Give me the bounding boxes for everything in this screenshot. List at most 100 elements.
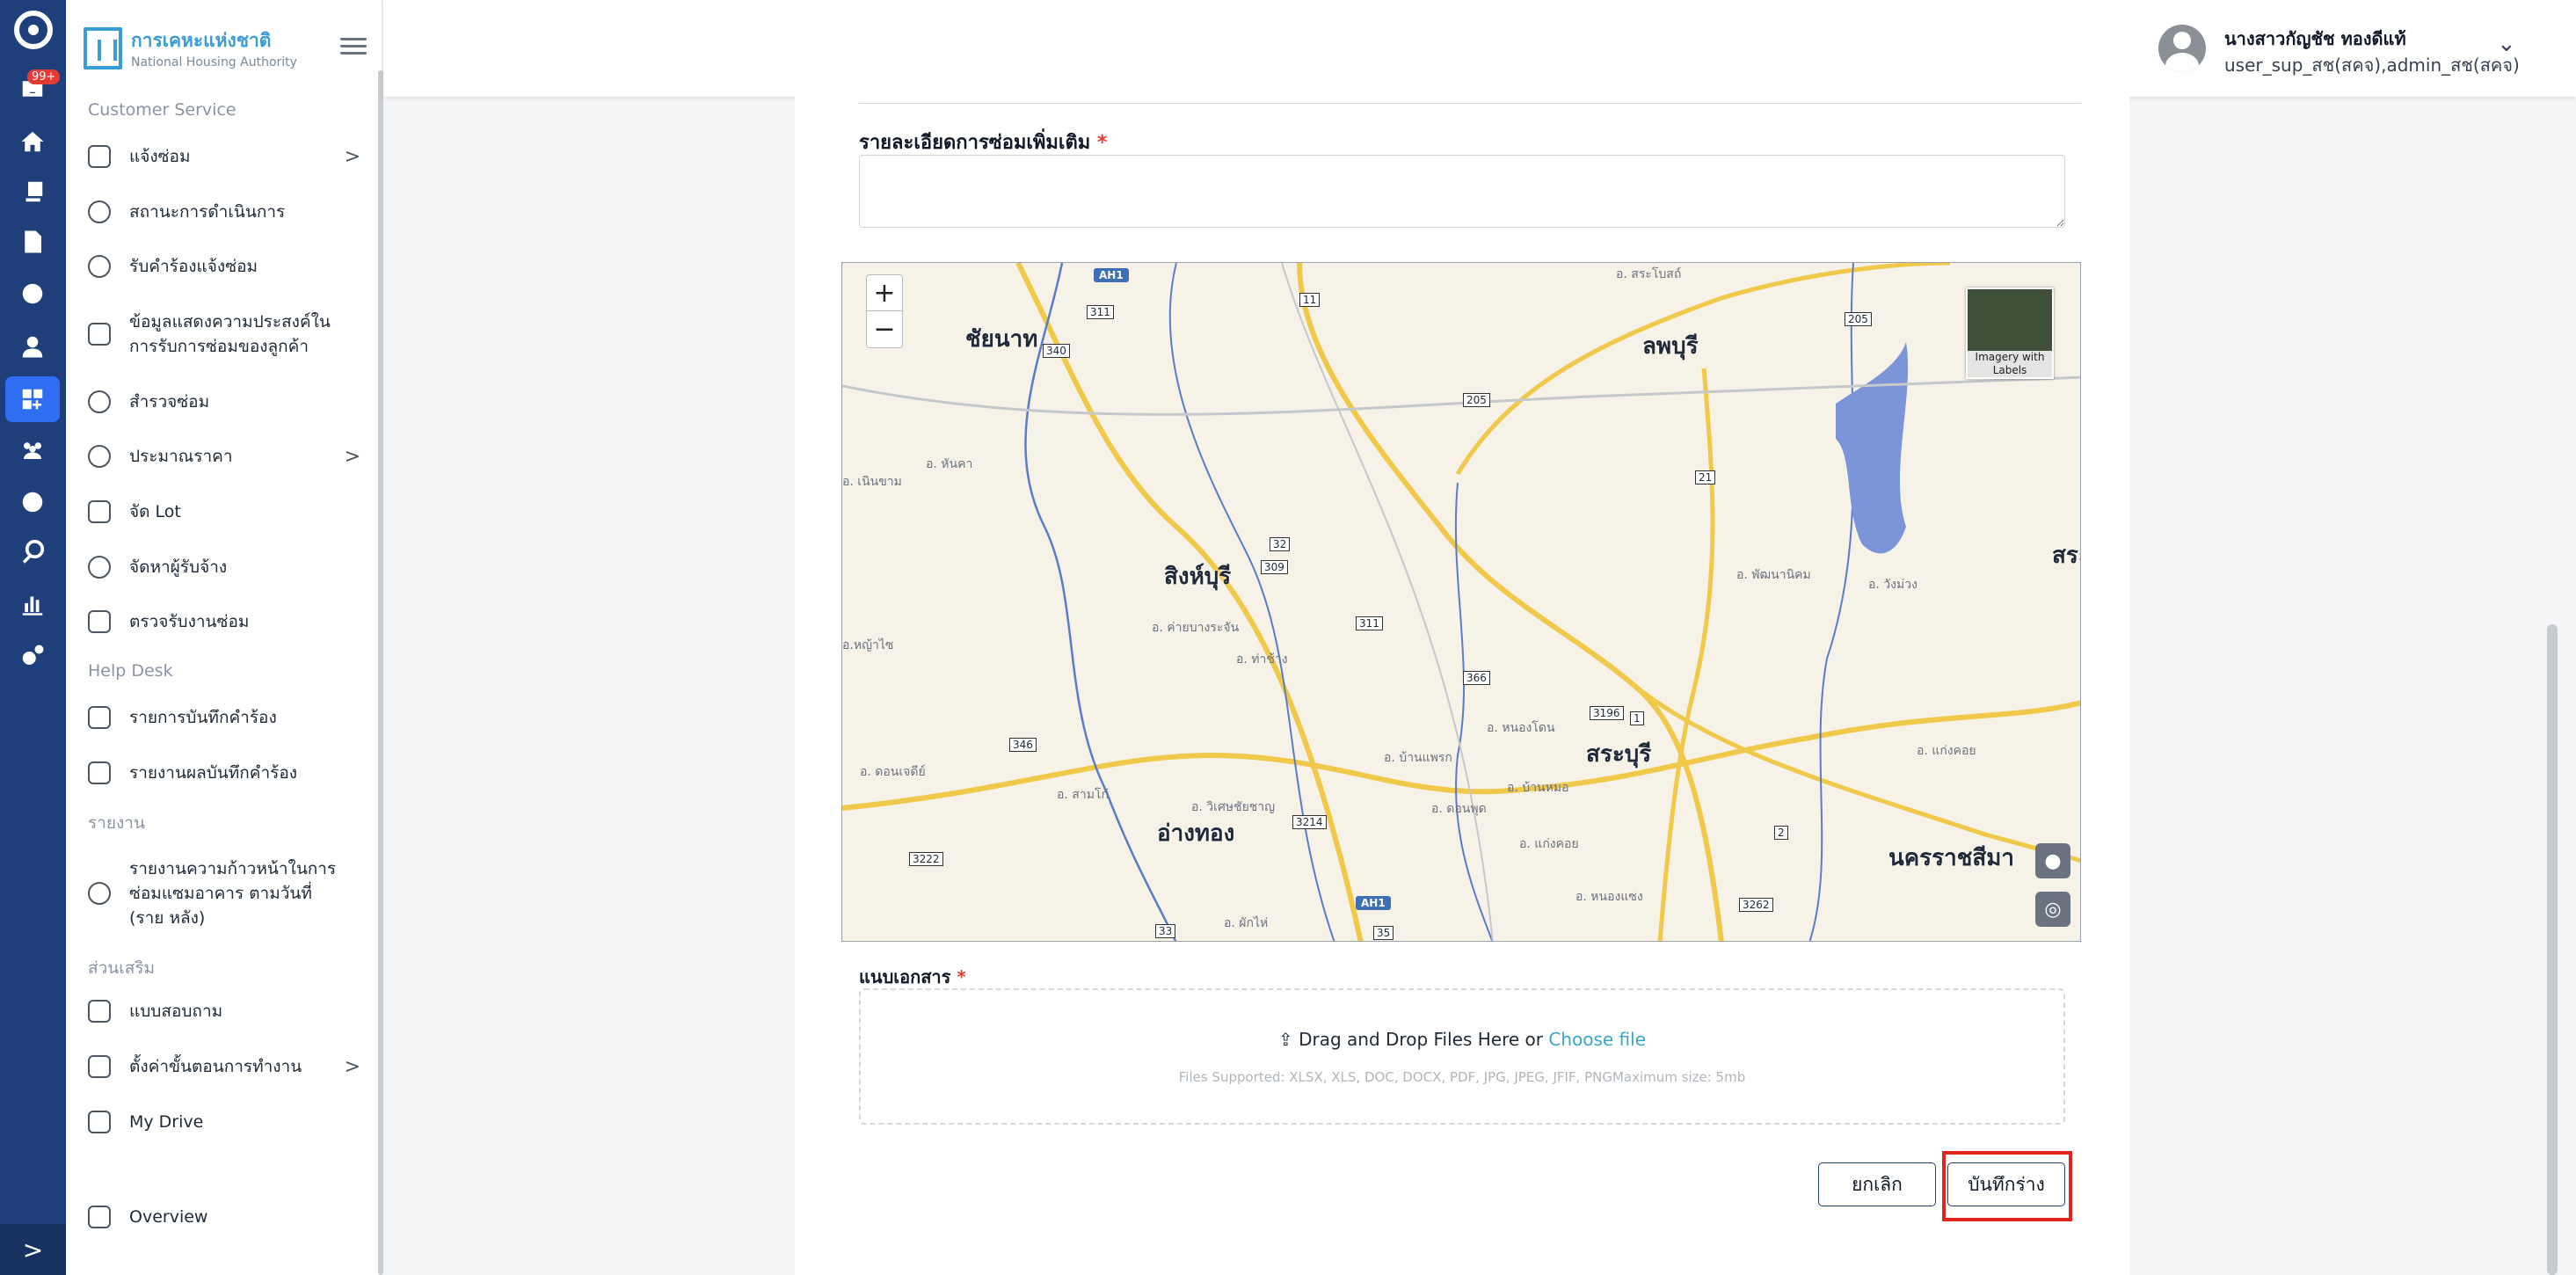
route-number: 205 — [1845, 312, 1872, 326]
section-divider — [859, 103, 2081, 104]
map-place-angthong: อ่างทอง — [1157, 820, 1235, 847]
user-icon[interactable] — [17, 331, 48, 362]
route-number: 21 — [1695, 470, 1716, 484]
map-district: อ. แก่งคอย — [1917, 744, 1976, 758]
document-icon[interactable] — [17, 226, 48, 258]
sidebar-item-status[interactable]: สถานะการดำเนินการ — [88, 200, 360, 224]
zoom-in-button[interactable]: + — [867, 275, 902, 311]
sidebar-item-questionnaire[interactable]: แบบสอบถาม — [88, 999, 360, 1024]
map-district: อ. หนองโดน — [1487, 721, 1555, 735]
sidebar-item-my-drive[interactable]: My Drive — [88, 1110, 360, 1134]
sidebar-item-workflow-settings[interactable]: ตั้งค่าขั้นตอนการทำงาน > — [88, 1054, 360, 1079]
sidebar-scrollbar[interactable] — [378, 70, 383, 1275]
app-logo[interactable] — [14, 11, 53, 49]
map-place-sara: สระ — [2052, 543, 2080, 569]
map-district: อ. หนองแซง — [1575, 890, 1643, 904]
icon-rail: 99+ > — [0, 0, 66, 1275]
map-district: อ. สามโก้ — [1057, 788, 1109, 802]
sidebar-item-contractor[interactable]: จัดหาผู้รับจ้าง — [88, 555, 360, 579]
map-district: อ. ดอนเจดีย์ — [860, 765, 926, 779]
map-district: อ. วังม่วง — [1868, 578, 1917, 592]
chevron-right-icon: > — [344, 145, 360, 168]
database-icon — [88, 882, 111, 905]
save-draft-highlight — [1942, 1151, 2072, 1221]
sidebar-item-survey[interactable]: สำรวจซ่อม — [88, 390, 360, 414]
map-district: อ.หญ้าไซ — [842, 638, 894, 652]
map-district: อ. หันคา — [926, 457, 973, 471]
search-icon[interactable] — [17, 536, 48, 567]
chevron-right-icon: > — [344, 445, 360, 468]
map-district: อ. บ้านแพรก — [1384, 751, 1452, 765]
upload-icon: ⇪ — [1277, 1029, 1293, 1050]
route-number: 3222 — [909, 852, 943, 866]
map-place-nakhonratchasima: นครราชสีมา — [1888, 845, 2014, 871]
sidebar: การเคหะแห่งชาติ National Housing Authori… — [66, 0, 382, 1275]
sidebar-item-progress-report[interactable]: รายงานความก้าวหน้าในการ ซ่อมแซมอาคาร ตาม… — [88, 856, 352, 930]
sidebar-item-estimate[interactable]: ประมาณราคา > — [88, 444, 360, 469]
layers-icon — [88, 500, 111, 523]
avatar[interactable] — [2158, 25, 2206, 72]
file-check-icon — [88, 610, 111, 633]
section-reports: รายงาน — [88, 813, 145, 833]
home-icon[interactable] — [17, 126, 48, 157]
route-number: 1 — [1630, 711, 1644, 725]
gear-icon[interactable] — [17, 486, 48, 518]
team-icon[interactable] — [17, 434, 48, 466]
sidebar-item-lot[interactable]: จัด Lot — [88, 499, 360, 524]
cogs-icon[interactable] — [17, 640, 48, 672]
drop-text: Drag and Drop Files Here or — [1299, 1029, 1543, 1050]
settings-icon[interactable] — [17, 278, 48, 310]
details-label: รายละเอียดการซ่อมเพิ่มเติม * — [859, 132, 1108, 154]
map-pin-icon[interactable]: ● — [2035, 843, 2070, 878]
map-place-lopburi: ลพบุรี — [1642, 333, 1699, 360]
file-icon — [88, 323, 111, 346]
map-district: อ. พัฒนานิคม — [1736, 568, 1811, 582]
cancel-button[interactable]: ยกเลิก — [1818, 1162, 1936, 1206]
search-icon — [88, 390, 111, 413]
route-number: 35 — [1373, 926, 1394, 940]
history-icon — [88, 200, 111, 223]
map-place-saraburi: สระบุรี — [1586, 741, 1652, 768]
sidebar-item-receive-requests[interactable]: รับคำร้องแจ้งซ่อม — [88, 254, 360, 279]
details-textarea[interactable] — [859, 155, 2065, 228]
map-district: อ. ท่าช้าง — [1236, 652, 1288, 667]
page-scrollbar[interactable] — [2547, 624, 2558, 1275]
expand-sidebar-button[interactable]: > — [0, 1224, 66, 1275]
helmet-icon — [88, 556, 111, 579]
user-name: นางสาวกัญชัช ทองดีแท้ — [2224, 28, 2406, 49]
map-view[interactable]: + − Imagery with Labels ● ◎ ชัยนาท ลพบุร… — [841, 262, 2081, 942]
brand-subtitle: National Housing Authority — [131, 55, 297, 69]
route-number: 33 — [1155, 924, 1176, 938]
coin-icon — [88, 445, 111, 468]
copy-icon[interactable] — [17, 176, 48, 208]
wrench-icon — [88, 145, 111, 168]
sidebar-item-inspection[interactable]: ตรวจรับงานซ่อม — [88, 609, 360, 634]
attachment-label: แนบเอกสาร * — [859, 966, 966, 987]
zoom-out-button[interactable]: − — [867, 311, 902, 347]
folder-icon — [88, 1111, 111, 1133]
highway-shield: AH1 — [1094, 268, 1129, 282]
route-number: 11 — [1299, 293, 1321, 307]
file-text-icon — [88, 761, 111, 784]
map-district: อ. สระโบสถ์ — [1616, 267, 1682, 281]
section-extras: ส่วนเสริม — [88, 958, 156, 978]
menu-toggle-icon[interactable] — [340, 33, 367, 59]
map-district: อ. ค่ายบางระจัน — [1152, 621, 1240, 635]
grid-icon — [88, 1206, 111, 1228]
chevron-down-icon[interactable]: ⌄ — [2497, 31, 2516, 57]
chevron-right-icon: > — [344, 1055, 360, 1078]
sidebar-item-repair-request[interactable]: แจ้งซ่อม > — [88, 144, 360, 169]
locate-icon[interactable]: ◎ — [2035, 892, 2070, 927]
sidebar-item-request-report[interactable]: รายงานผลบันทึกคำร้อง — [88, 761, 360, 785]
chart-icon[interactable] — [17, 587, 48, 619]
sidebar-item-request-log[interactable]: รายการบันทึกคำร้อง — [88, 705, 360, 730]
choose-file-link[interactable]: Choose file — [1548, 1029, 1646, 1050]
dashboard-icon[interactable] — [5, 376, 60, 422]
sidebar-item-customer-intent[interactable]: ข้อมูลแสดงความประสงค์ใน การรับการซ่อมของ… — [88, 310, 352, 359]
map-district: อ. แก่งคอย — [1519, 837, 1579, 851]
route-number: 32 — [1270, 537, 1291, 551]
file-dropzone[interactable]: ⇪ Drag and Drop Files Here or Choose fil… — [859, 988, 2065, 1125]
imagery-layer-toggle[interactable]: Imagery with Labels — [1966, 288, 2054, 379]
sidebar-item-overview[interactable]: Overview — [88, 1205, 360, 1229]
route-number: 2 — [1774, 826, 1788, 840]
